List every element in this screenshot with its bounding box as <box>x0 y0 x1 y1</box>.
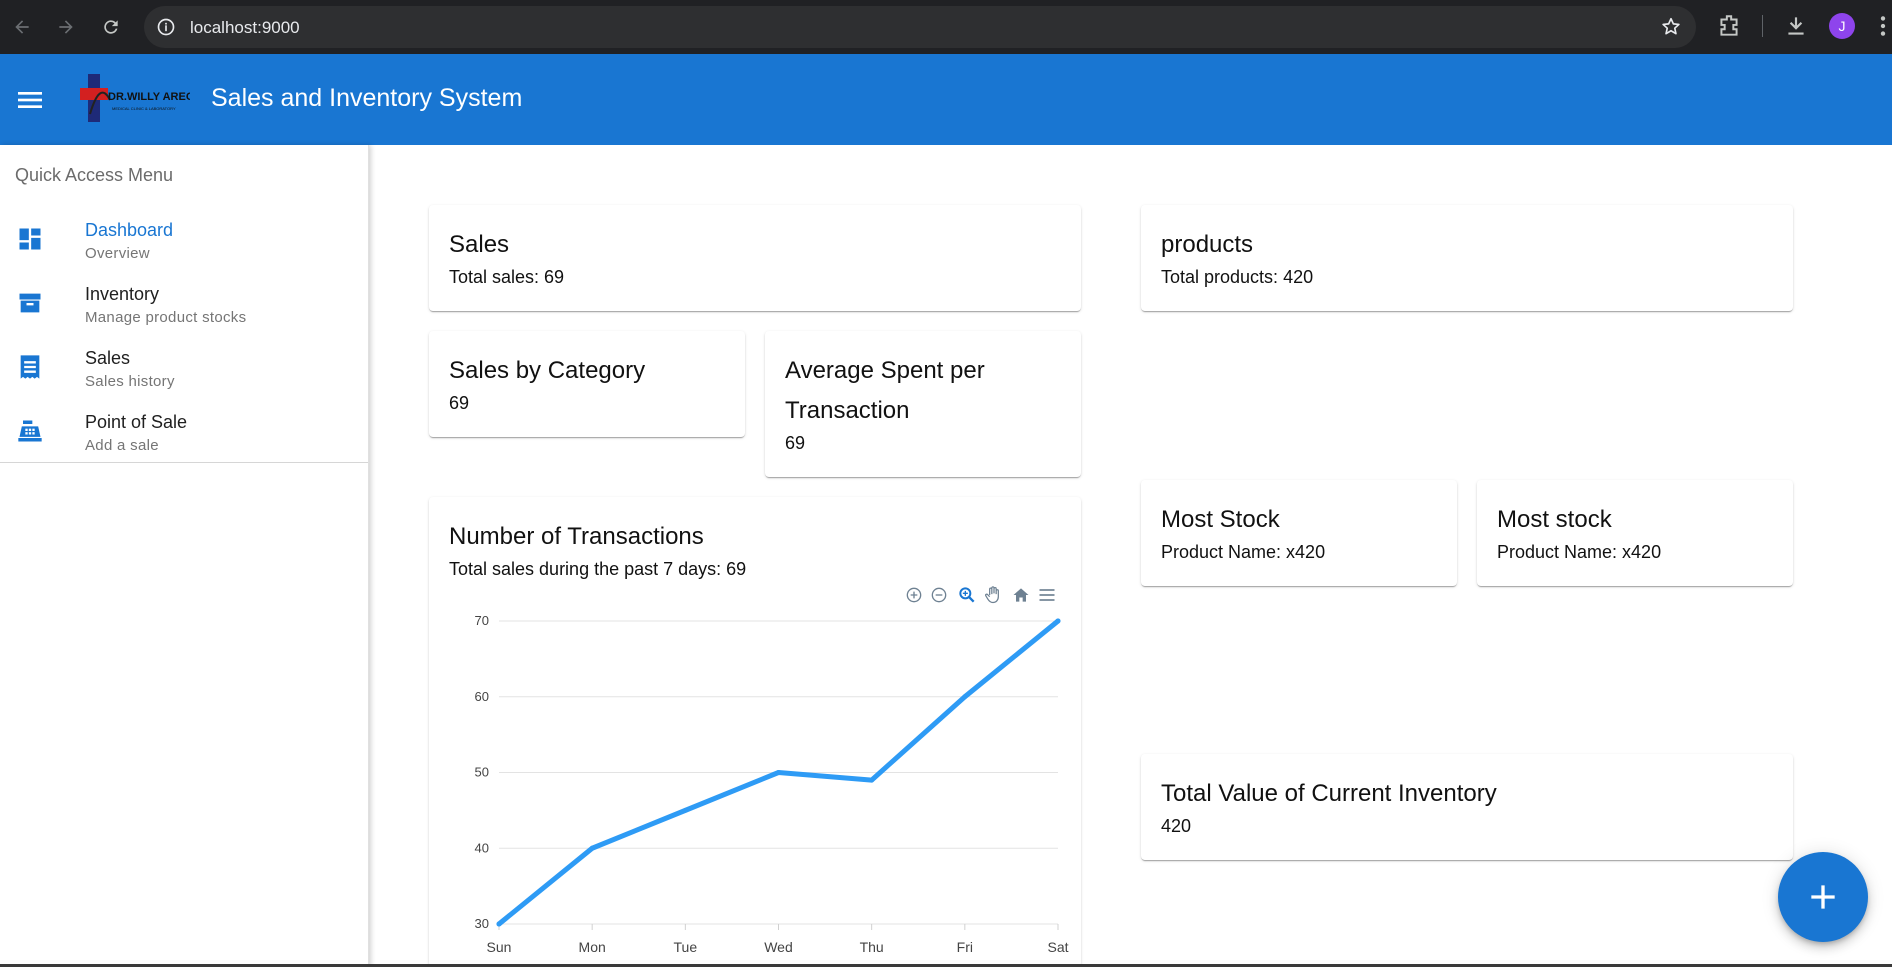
x-tick-label: Tue <box>674 939 698 955</box>
data-point <box>682 807 688 813</box>
forward-button[interactable] <box>52 13 80 41</box>
sidebar-item-label: Dashboard <box>85 220 174 240</box>
back-button[interactable] <box>8 13 36 41</box>
app-title: Sales and Inventory System <box>211 84 523 112</box>
card-value: Total products: 420 <box>1161 267 1314 287</box>
address-bar[interactable]: localhost:9000 <box>144 6 1696 48</box>
card-title: Most Stock <box>1161 506 1280 533</box>
data-point <box>776 770 781 775</box>
average-spent-card: Average Spent per Transaction 69 <box>765 331 1081 477</box>
card-value: 69 <box>785 433 806 453</box>
archive-icon <box>19 293 41 313</box>
card-value: 420 <box>1161 816 1192 836</box>
card-title: Sales by Category <box>449 357 646 384</box>
url-text: localhost:9000 <box>190 18 300 37</box>
logo-subtext: MEDICAL CLINIC & LABORATORY <box>112 106 176 111</box>
sidebar-item-dashboard[interactable]: Dashboard Overview <box>0 212 368 276</box>
sidebar-divider <box>0 462 368 463</box>
x-tick-label: Thu <box>860 939 884 955</box>
sidebar-item-inventory[interactable]: Inventory Manage product stocks <box>0 276 368 340</box>
sales-by-category-card: Sales by Category 69 <box>429 331 745 437</box>
sidebar-item-sales[interactable]: Sales Sales history <box>0 340 368 404</box>
logo-text: DR.WILLY AREOLA <box>108 91 190 103</box>
data-point <box>496 921 502 927</box>
data-point <box>1055 618 1061 624</box>
app-bar: DR.WILLY AREOLA MEDICAL CLINIC & LABORAT… <box>0 54 1892 145</box>
y-tick-label: 60 <box>475 689 489 704</box>
download-icon[interactable] <box>1783 13 1809 39</box>
sidebar-item-point-of-sale[interactable]: Point of Sale Add a sale <box>0 404 368 468</box>
sidebar-item-label: Inventory <box>85 284 160 304</box>
arrow-right-icon <box>59 20 73 34</box>
card-value: Total sales: 69 <box>449 267 565 287</box>
sidebar-item-subtitle: Add a sale <box>85 437 159 454</box>
card-value: Product Name: x420 <box>1161 542 1326 562</box>
hamburger-menu-icon[interactable] <box>14 84 46 116</box>
extensions-icon[interactable] <box>1716 13 1742 39</box>
data-point <box>962 694 968 700</box>
reload-button[interactable] <box>97 13 125 41</box>
sidebar: Quick Access Menu Dashboard Overview Inv… <box>0 145 369 967</box>
sidebar-item-subtitle: Overview <box>85 245 150 262</box>
sales-card: Sales Total sales: 69 <box>429 205 1081 311</box>
dashboard-icon <box>19 228 41 250</box>
profile-avatar[interactable]: J <box>1829 13 1855 39</box>
card-title-line1: Average Spent per <box>785 357 985 384</box>
more-vert-icon[interactable] <box>1876 13 1890 39</box>
sidebar-item-label: Sales <box>85 348 131 368</box>
clinic-logo: DR.WILLY AREOLA MEDICAL CLINIC & LABORAT… <box>80 74 190 122</box>
card-title: Most stock <box>1497 506 1612 533</box>
card-title: products <box>1161 231 1254 258</box>
browser-toolbar: localhost:9000 J <box>0 0 1892 54</box>
most-stock-card-2: Most stock Product Name: x420 <box>1477 480 1793 586</box>
sidebar-item-subtitle: Sales history <box>85 373 175 390</box>
card-title: Sales <box>449 231 510 258</box>
most-stock-card: Most Stock Product Name: x420 <box>1141 480 1457 586</box>
y-tick-label: 30 <box>475 916 489 931</box>
add-fab-button[interactable] <box>1778 852 1868 942</box>
products-card: products Total products: 420 <box>1141 205 1793 311</box>
cash-register-icon <box>18 420 42 442</box>
x-tick-label: Fri <box>957 939 973 955</box>
transactions-line-chart: 30 40 50 60 70 Sun Mon Tue Wed Thu Fri Sat <box>475 613 1069 955</box>
y-tick-label: 50 <box>475 765 489 780</box>
plus-icon <box>1811 885 1835 909</box>
data-point <box>589 845 595 851</box>
y-tick-label: 70 <box>475 613 489 628</box>
x-tick-label: Wed <box>764 939 793 955</box>
data-point <box>869 777 875 783</box>
transactions-chart-card: Number of Transactions Total sales durin… <box>429 497 1081 967</box>
card-title-line2: Transaction <box>785 397 910 424</box>
card-value: 69 <box>449 393 470 413</box>
card-title: Total Value of Current Inventory <box>1161 780 1497 807</box>
x-tick-label: Sun <box>487 939 512 955</box>
bookmark-star-icon[interactable] <box>1660 16 1682 38</box>
site-info-icon[interactable] <box>156 17 176 37</box>
receipt-icon <box>20 355 40 379</box>
sidebar-item-subtitle: Manage product stocks <box>85 309 247 326</box>
x-tick-label: Sat <box>1047 939 1068 955</box>
sidebar-item-label: Point of Sale <box>85 412 188 432</box>
sidebar-header: Quick Access Menu <box>15 165 174 185</box>
card-value: Product Name: x420 <box>1497 542 1662 562</box>
inventory-value-card: Total Value of Current Inventory 420 <box>1141 754 1793 860</box>
arrow-left-icon <box>15 20 29 34</box>
y-tick-label: 40 <box>475 840 489 855</box>
toolbar-divider <box>1762 15 1763 37</box>
reload-icon <box>104 20 118 34</box>
x-tick-label: Mon <box>579 939 606 955</box>
